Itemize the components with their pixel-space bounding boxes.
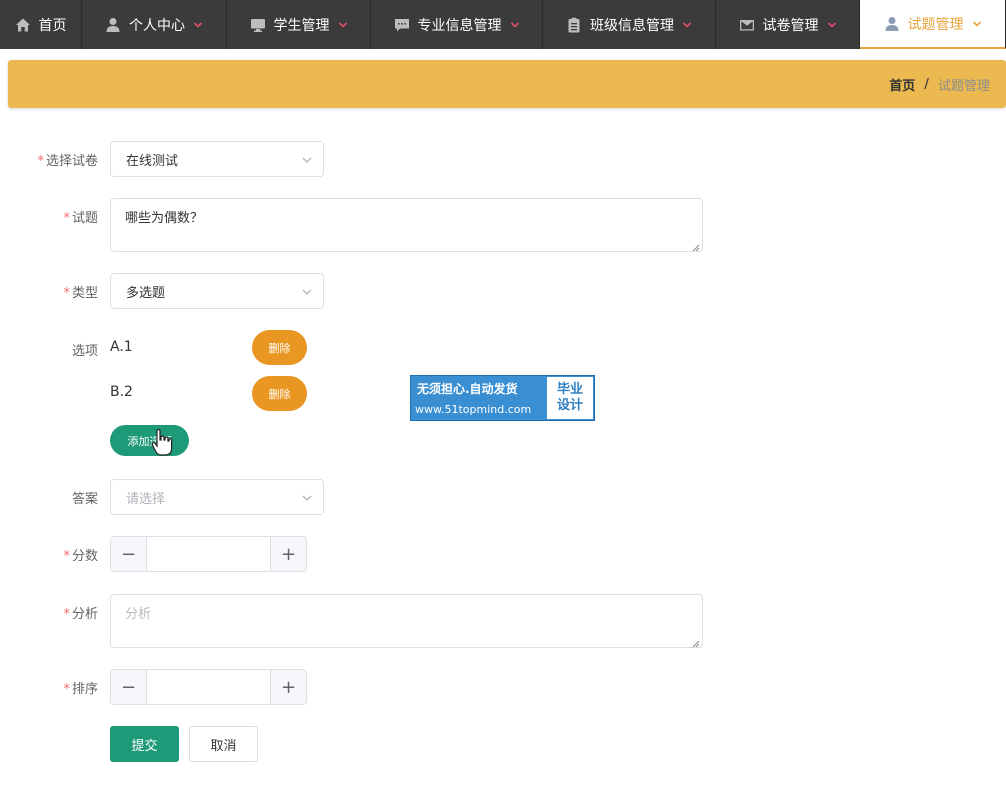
top-nav: 首页 个人中心 学生管理 专业信息管理 班级信息管理 试卷管理 试题管理 — [0, 0, 1006, 49]
type-select[interactable]: 多选题 — [110, 273, 324, 309]
nav-item-question-management[interactable]: 试题管理 — [860, 0, 1006, 49]
sort-increase-button[interactable]: + — [270, 670, 306, 704]
analysis-textarea[interactable]: 分析 — [110, 594, 703, 648]
question-label: * 试题 — [63, 211, 98, 226]
nav-label: 班级信息管理 — [590, 17, 674, 34]
question-value: 哪些为偶数？ — [125, 211, 204, 226]
chevron-down-icon — [682, 20, 692, 30]
paper-select[interactable]: 在线测试 — [110, 141, 324, 177]
chevron-down-icon — [301, 492, 313, 504]
score-decrease-button[interactable]: − — [111, 537, 147, 571]
nav-label: 首页 — [38, 17, 67, 34]
submit-button[interactable]: 提交 — [110, 726, 179, 762]
nav-label: 专业信息管理 — [417, 17, 502, 34]
add-option-button[interactable]: 添加选项 — [110, 425, 189, 456]
user-icon — [105, 17, 121, 33]
nav-item-class-info[interactable]: 班级信息管理 — [543, 0, 716, 49]
score-stepper: − + — [110, 536, 307, 572]
options-label: 选项 — [71, 344, 98, 359]
watermark-text: 无须担心.自动发货 — [417, 382, 518, 396]
mail-icon — [739, 17, 755, 33]
chat-icon — [394, 17, 410, 33]
paper-select-value: 在线测试 — [126, 153, 179, 169]
option-item-a: A.1 — [110, 339, 133, 355]
resize-grip-icon[interactable] — [692, 637, 700, 648]
breadcrumb-home[interactable]: 首页 — [889, 75, 915, 94]
sort-stepper: − + — [110, 669, 307, 705]
answer-select[interactable]: 请选择 — [110, 479, 324, 515]
chevron-down-icon — [827, 20, 837, 30]
question-textarea[interactable]: 哪些为偶数？ — [110, 198, 703, 252]
breadcrumb-current: 试题管理 — [937, 78, 990, 94]
type-select-value: 多选题 — [126, 285, 166, 301]
nav-label: 试题管理 — [907, 16, 964, 33]
delete-option-b-button[interactable]: 删除 — [252, 376, 307, 411]
type-label: * 类型 — [63, 286, 98, 301]
monitor-icon — [250, 17, 266, 33]
delete-option-a-button[interactable]: 删除 — [252, 330, 307, 365]
nav-item-home[interactable]: 首页 — [0, 0, 82, 49]
nav-label: 学生管理 — [273, 17, 330, 34]
score-input[interactable] — [148, 537, 270, 571]
nav-item-personal-center[interactable]: 个人中心 — [82, 0, 227, 49]
option-item-b: B.2 — [110, 384, 133, 400]
clipboard-icon — [566, 17, 582, 33]
score-increase-button[interactable]: + — [270, 537, 306, 571]
answer-label: 答案 — [71, 492, 98, 507]
watermark-box: 毕业 设计 — [547, 377, 593, 419]
cancel-button[interactable]: 取消 — [189, 726, 258, 762]
resize-grip-icon[interactable] — [692, 241, 700, 252]
answer-placeholder: 请选择 — [126, 491, 166, 507]
watermark-url: www.51topmind.com — [415, 403, 532, 416]
nav-item-student-management[interactable]: 学生管理 — [227, 0, 371, 49]
chevron-down-icon — [338, 20, 348, 30]
nav-label: 个人中心 — [129, 17, 185, 34]
sort-label: * 排序 — [63, 682, 98, 697]
chevron-down-icon — [972, 19, 982, 29]
user-icon — [884, 16, 900, 32]
watermark-badge: 无须担心.自动发货 www.51topmind.com 毕业 设计 — [410, 375, 595, 421]
chevron-down-icon — [510, 20, 520, 30]
nav-label: 试卷管理 — [762, 17, 819, 34]
breadcrumb: 首页 / 试题管理 — [8, 60, 1006, 108]
chevron-down-icon — [193, 20, 203, 30]
sort-decrease-button[interactable]: − — [111, 670, 147, 704]
nav-item-exam-papers[interactable]: 试卷管理 — [716, 0, 860, 49]
sort-input[interactable] — [148, 670, 270, 704]
chevron-down-icon — [301, 154, 313, 166]
home-icon — [15, 17, 31, 33]
paper-label: * 选择试卷 — [37, 154, 98, 169]
analysis-label: * 分析 — [63, 607, 98, 622]
chevron-down-icon — [301, 286, 313, 298]
analysis-placeholder: 分析 — [125, 607, 152, 622]
nav-item-major-info[interactable]: 专业信息管理 — [371, 0, 543, 49]
score-label: * 分数 — [63, 549, 98, 564]
breadcrumb-separator: / — [924, 76, 929, 92]
